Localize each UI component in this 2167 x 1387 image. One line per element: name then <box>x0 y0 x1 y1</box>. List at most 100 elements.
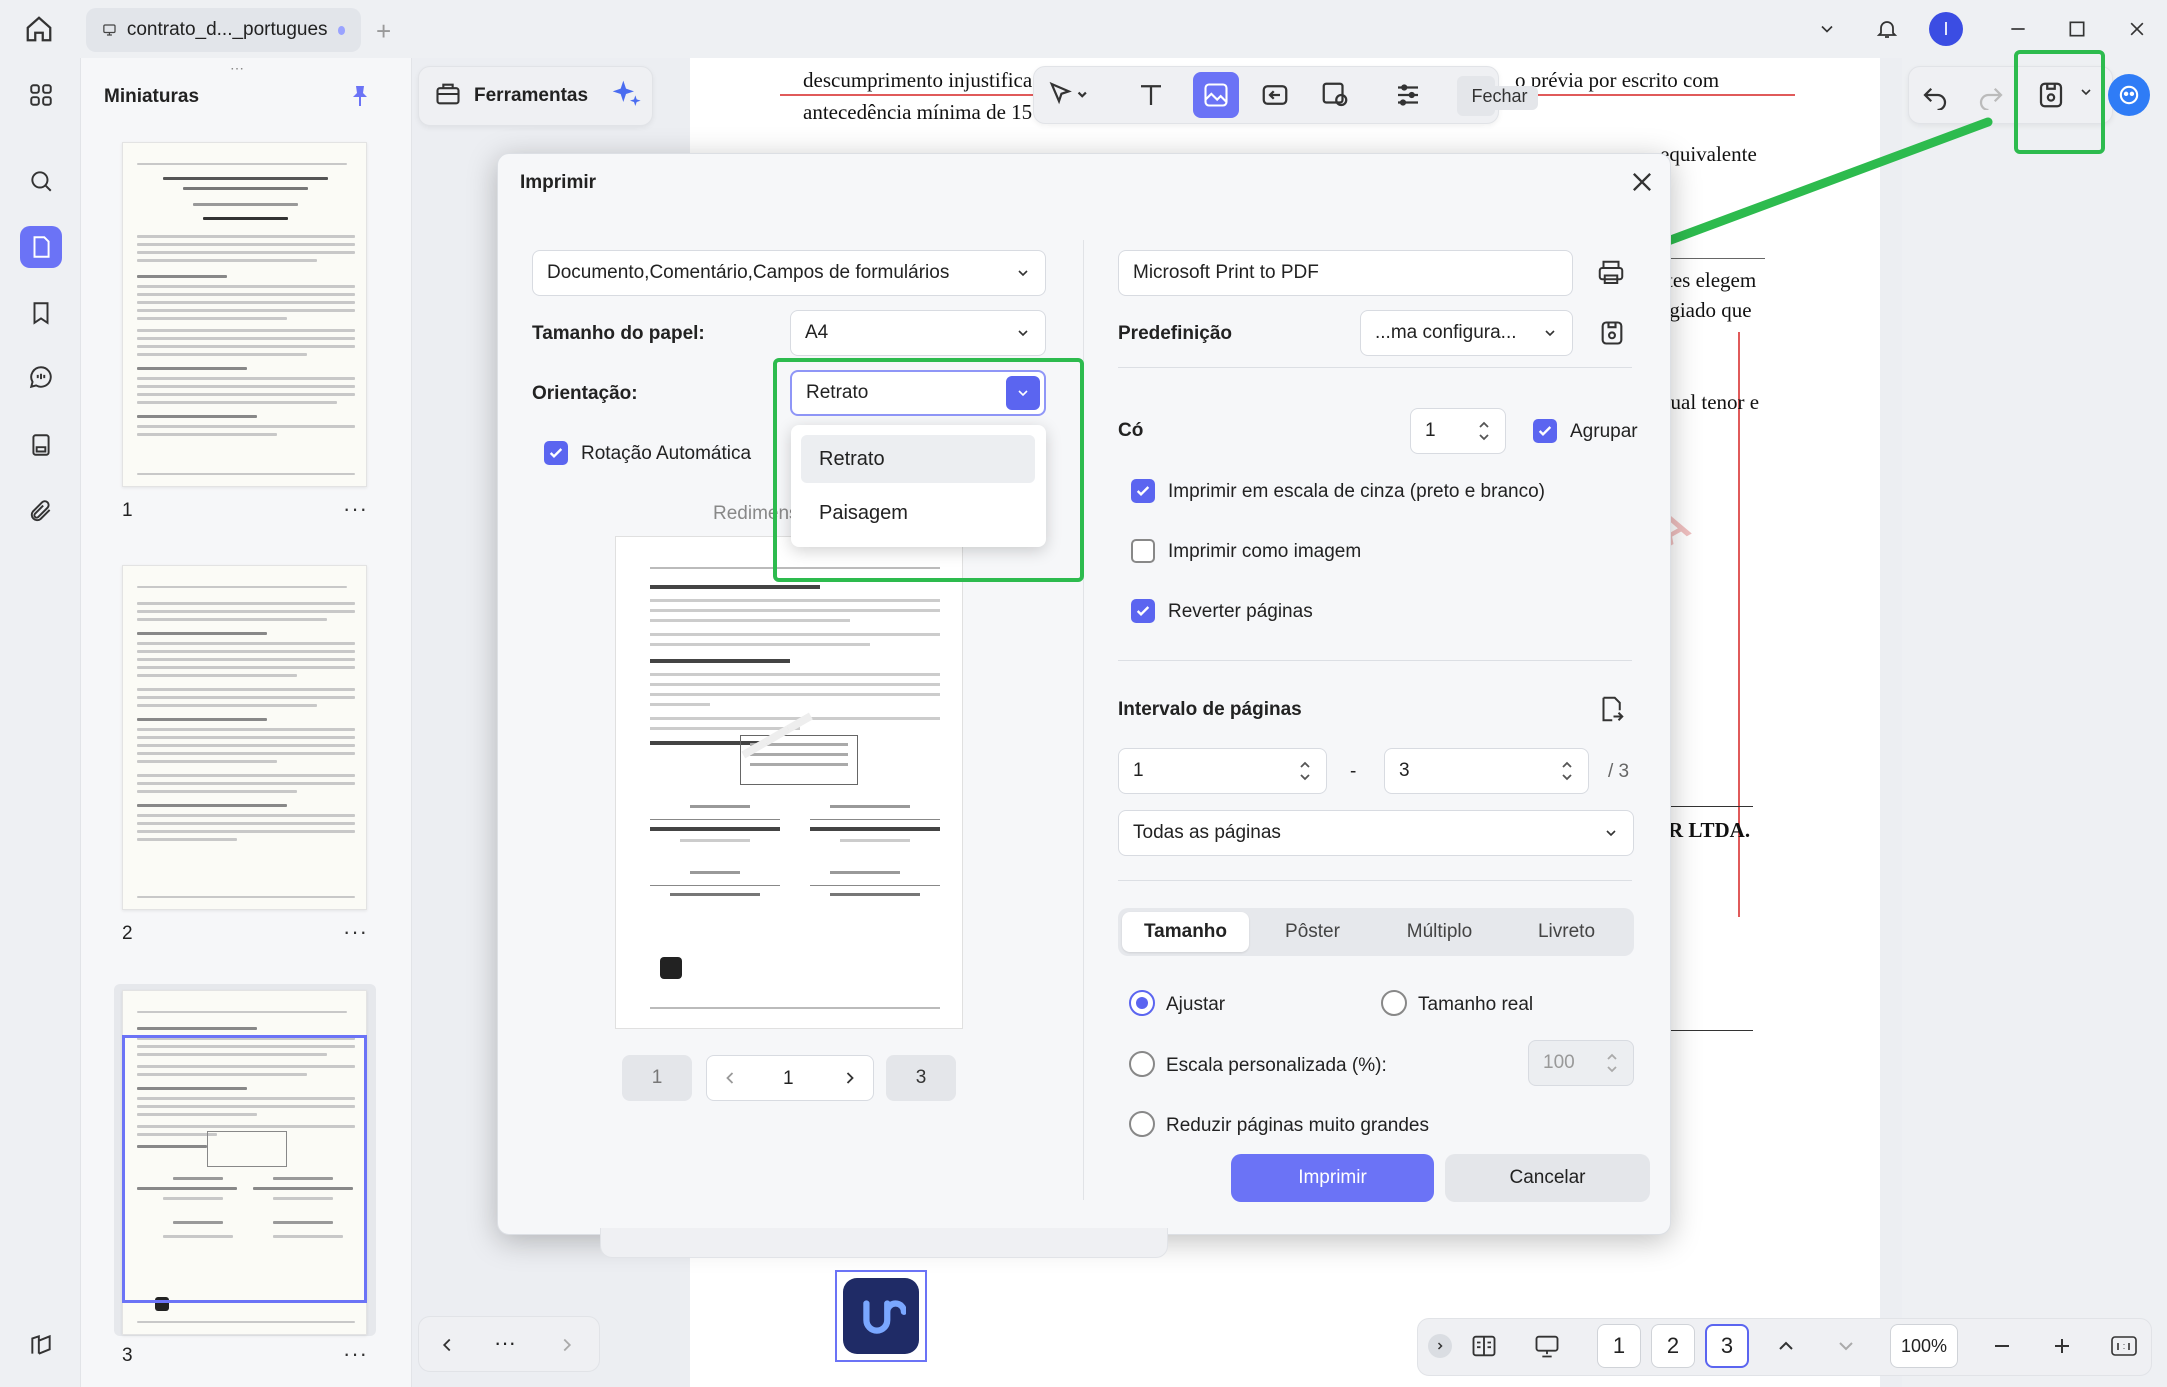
paper-size-value: A4 <box>805 322 829 343</box>
preset-value: ...ma configura... <box>1375 322 1517 343</box>
zoom-level[interactable]: 100% <box>1890 1324 1958 1368</box>
tab-size[interactable]: Tamanho <box>1122 912 1249 952</box>
thumbnail-panel-title: Miniaturas <box>104 86 200 107</box>
tab-booklet[interactable]: Livreto <box>1503 912 1630 952</box>
preview-first-page-button[interactable]: 1 <box>622 1055 692 1101</box>
dialog-title: Imprimir <box>520 172 597 193</box>
thumbnail-page-2[interactable] <box>122 565 367 910</box>
section-divider <box>1118 367 1632 368</box>
document-text: o prévia por escrito com <box>1515 68 1720 92</box>
thumbnail-more-icon[interactable]: ··· <box>343 496 368 522</box>
chevron-down-icon[interactable] <box>1812 14 1842 44</box>
preview-current-page[interactable]: 1 <box>783 1068 794 1090</box>
thumbnail-page-number: 1 <box>122 500 133 521</box>
close-icon[interactable] <box>1628 168 1656 196</box>
page-button-3[interactable]: 3 <box>1705 1324 1749 1368</box>
pin-icon[interactable] <box>348 82 372 110</box>
tools-label: Ferramentas <box>474 85 589 106</box>
tab-multiple[interactable]: Múltiplo <box>1376 912 1503 952</box>
presentation-icon[interactable] <box>1532 1332 1562 1360</box>
chevron-right-icon[interactable] <box>556 1334 578 1356</box>
reverse-pages-checkbox[interactable] <box>1131 599 1155 623</box>
custom-scale-radio[interactable] <box>1129 1051 1155 1077</box>
cancel-button[interactable]: Cancelar <box>1445 1154 1650 1202</box>
document-text: antecedência mínima de 15 <box>803 100 1033 124</box>
custom-scale-value: 100 <box>1543 1052 1575 1073</box>
section-divider <box>1118 660 1632 661</box>
thumbnail-page-1[interactable] <box>122 142 367 487</box>
bookmark-icon[interactable] <box>20 292 62 334</box>
ai-sparkle-icon[interactable] <box>610 78 642 110</box>
more-icon[interactable]: ··· <box>494 1330 516 1356</box>
thumbnails-icon[interactable] <box>20 226 62 268</box>
chevron-right-icon[interactable] <box>840 1068 860 1088</box>
chevron-down-icon <box>1018 330 1028 337</box>
thumbnail-more-icon[interactable]: ··· <box>343 919 368 945</box>
minimize-icon[interactable] <box>2003 14 2033 44</box>
maximize-icon[interactable] <box>2062 14 2092 44</box>
apps-grid-icon[interactable] <box>20 74 62 116</box>
range-to-stepper[interactable]: 3 <box>1384 748 1589 794</box>
drag-handle-icon[interactable]: ⋯ <box>230 60 254 76</box>
actual-size-radio[interactable] <box>1381 990 1407 1016</box>
avatar[interactable]: I <box>1929 12 1963 46</box>
highlight-save-box <box>2014 50 2105 154</box>
section-divider <box>1118 880 1632 881</box>
comment-icon[interactable] <box>20 356 62 398</box>
collapse-icon[interactable] <box>1428 1334 1452 1358</box>
chevron-left-icon[interactable] <box>436 1334 458 1356</box>
chevron-down-icon[interactable] <box>1834 1334 1858 1358</box>
form-icon[interactable] <box>20 424 62 466</box>
page-range-label: Intervalo de páginas <box>1118 699 1302 720</box>
ai-assistant-icon[interactable] <box>2108 74 2150 116</box>
stepper-icon <box>1479 421 1489 441</box>
range-subset-select[interactable]: Todas as páginas <box>1118 810 1634 856</box>
actual-size-icon[interactable] <box>2110 1334 2138 1358</box>
range-to-value: 3 <box>1399 760 1410 781</box>
page-button-1[interactable]: 1 <box>1597 1324 1641 1368</box>
paper-size-select[interactable]: A4 <box>790 310 1046 356</box>
chevron-left-icon[interactable] <box>720 1068 740 1088</box>
fit-radio[interactable] <box>1129 990 1155 1016</box>
grayscale-checkbox[interactable] <box>1131 479 1155 503</box>
preview-last-page-button[interactable]: 3 <box>886 1055 956 1101</box>
range-dash: - <box>1350 761 1357 782</box>
copies-stepper[interactable]: 1 <box>1410 408 1506 454</box>
thumbnail-more-icon[interactable]: ··· <box>343 1341 368 1367</box>
thumbnail-page-number: 3 <box>122 1345 133 1366</box>
thumbnail-page-number: 2 <box>122 923 133 944</box>
search-icon[interactable] <box>20 160 62 202</box>
document-text: R LTDA. <box>1668 818 1751 842</box>
custom-scale-stepper[interactable]: 100 <box>1528 1040 1634 1086</box>
bell-icon[interactable] <box>1872 14 1902 44</box>
new-tab-icon[interactable]: + <box>376 16 391 47</box>
preset-select[interactable]: ...ma configura... <box>1360 310 1573 356</box>
select-arrow-icon[interactable] <box>1048 80 1092 110</box>
printer-select[interactable]: Microsoft Print to PDF <box>1118 250 1573 296</box>
page-layout-icon[interactable] <box>1470 1332 1498 1360</box>
attachment-icon[interactable] <box>20 490 62 532</box>
zoom-in-icon[interactable] <box>2050 1334 2074 1358</box>
sidebar-toggle-icon[interactable] <box>20 1324 62 1366</box>
print-preview: ▬▬▬ <box>615 536 963 1029</box>
close-window-icon[interactable] <box>2122 14 2152 44</box>
save-preset-icon[interactable] <box>1595 313 1629 353</box>
auto-rotate-checkbox[interactable] <box>544 441 568 465</box>
home-icon[interactable] <box>24 14 54 44</box>
chevron-up-icon[interactable] <box>1774 1334 1798 1358</box>
printer-value: Microsoft Print to PDF <box>1133 262 1319 283</box>
print-as-image-checkbox[interactable] <box>1131 539 1155 563</box>
tab-poster[interactable]: Pôster <box>1249 912 1376 952</box>
zoom-out-icon[interactable] <box>1990 1334 2014 1358</box>
printer-icon[interactable] <box>1594 258 1628 288</box>
fit-label: Ajustar <box>1166 994 1226 1015</box>
range-from-stepper[interactable]: 1 <box>1118 748 1327 794</box>
page-button-2[interactable]: 2 <box>1651 1324 1695 1368</box>
shrink-radio[interactable] <box>1129 1111 1155 1137</box>
copies-label: Có <box>1118 420 1144 441</box>
print-button[interactable]: Imprimir <box>1231 1154 1434 1202</box>
print-content-select[interactable]: Documento,Comentário,Campos de formulári… <box>532 250 1046 296</box>
collate-checkbox[interactable] <box>1533 419 1557 443</box>
swap-pages-icon[interactable] <box>1596 694 1626 724</box>
document-tab[interactable]: contrato_d..._portugues <box>86 8 361 52</box>
